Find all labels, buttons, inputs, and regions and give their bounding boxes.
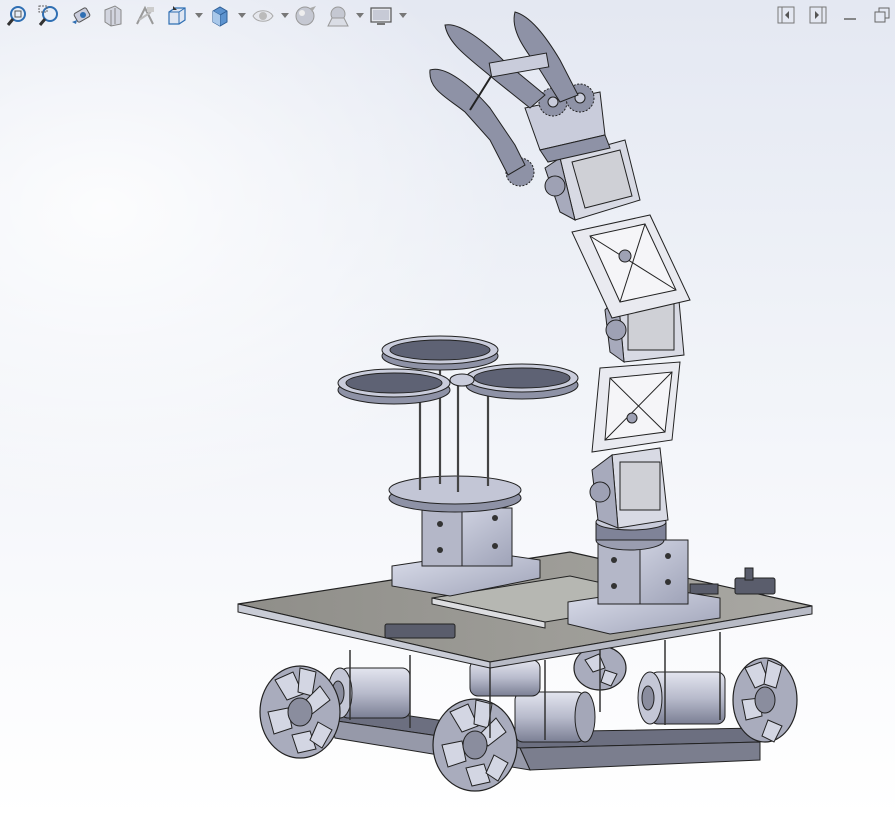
gimbal-disc[interactable]: [388, 475, 522, 513]
view-orientation-dropdown[interactable]: [194, 2, 203, 30]
mecanum-wheel-rear-right[interactable]: [732, 657, 798, 743]
mecanum-wheel-front-left[interactable]: [259, 665, 341, 759]
collapse-right-pane-button[interactable]: [805, 2, 831, 28]
restore-icon: [874, 7, 890, 23]
hide-show-items-dropdown[interactable]: [280, 2, 289, 30]
restore-button[interactable]: [869, 2, 895, 28]
minimize-icon: [844, 18, 856, 20]
edit-appearance-icon: [295, 6, 316, 26]
minimize-button[interactable]: [837, 2, 863, 28]
edit-appearance-button[interactable]: [291, 2, 321, 30]
heads-up-view-toolbar: [2, 2, 407, 30]
drive-motor-rear-right[interactable]: [637, 671, 726, 725]
view-orientation-button[interactable]: [162, 2, 192, 30]
chevron-down-icon: [355, 13, 364, 18]
chevron-down-icon: [194, 13, 203, 18]
zoom-to-area-icon: [38, 5, 58, 26]
chevron-down-icon: [237, 13, 246, 18]
zoom-to-fit-icon: [6, 6, 26, 26]
view-settings-icon: [370, 7, 392, 25]
section-view-icon: [104, 5, 122, 27]
collapse-left-pane-button[interactable]: [773, 2, 799, 28]
apply-scene-icon: [327, 6, 349, 27]
hide-show-items-button[interactable]: [248, 2, 278, 30]
dynamic-annotation-button[interactable]: [130, 2, 160, 30]
previous-view-button[interactable]: [66, 2, 96, 30]
previous-view-icon: [72, 7, 91, 24]
robot-assembly-model[interactable]: [0, 0, 895, 818]
gimbal-base-block[interactable]: [391, 507, 541, 597]
view-orientation-icon: [168, 6, 186, 25]
apply-scene-dropdown[interactable]: [355, 2, 364, 30]
chevron-down-icon: [280, 13, 289, 18]
view-settings-button[interactable]: [366, 2, 396, 30]
collapse-right-icon: [809, 6, 827, 24]
display-style-icon: [212, 6, 228, 27]
arm-link-1[interactable]: [591, 361, 681, 453]
display-style-button[interactable]: [205, 2, 235, 30]
mecanum-wheel-front-right[interactable]: [432, 698, 518, 792]
arm-link-2[interactable]: [571, 214, 691, 319]
graphics-area[interactable]: [0, 0, 895, 818]
view-settings-dropdown[interactable]: [398, 2, 407, 30]
apply-scene-button[interactable]: [323, 2, 353, 30]
collapse-left-icon: [777, 6, 795, 24]
dynamic-annotation-icon: [136, 5, 154, 25]
display-style-dropdown[interactable]: [237, 2, 246, 30]
chevron-down-icon: [398, 13, 407, 18]
section-view-button[interactable]: [98, 2, 128, 30]
drive-motor-front-right[interactable]: [514, 691, 596, 743]
zoom-to-fit-button[interactable]: [2, 2, 32, 30]
zoom-to-area-button[interactable]: [34, 2, 64, 30]
hide-show-items-icon: [252, 10, 274, 22]
arm-servo-1[interactable]: [589, 447, 669, 529]
viewport-window-controls: [773, 2, 895, 28]
